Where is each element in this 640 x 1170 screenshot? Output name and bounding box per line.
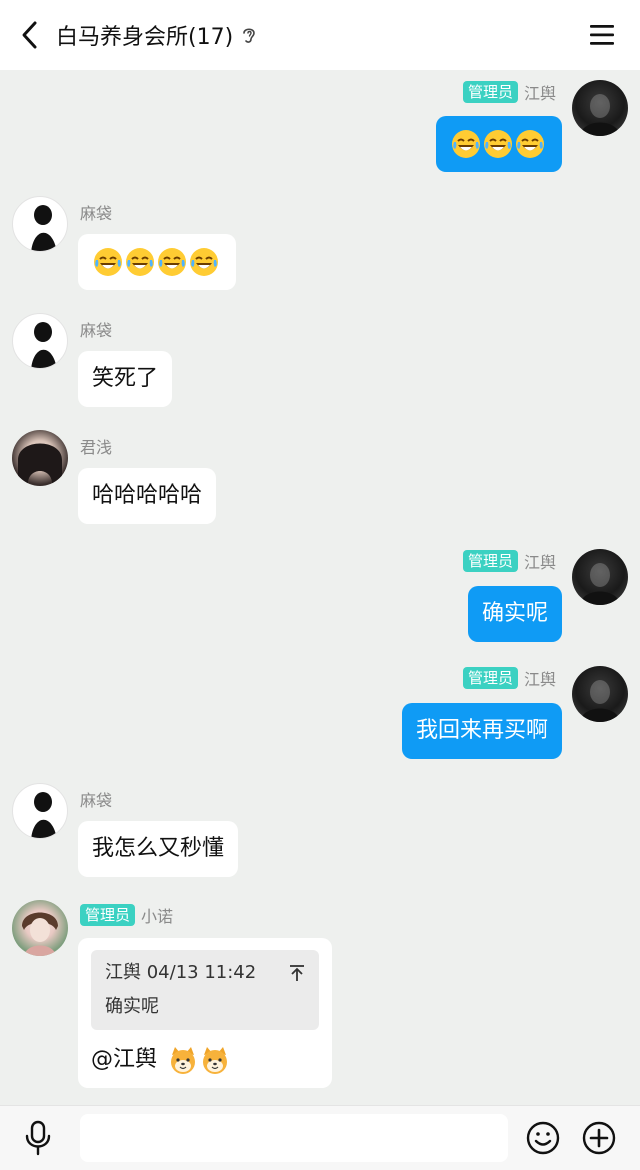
admin-badge: 管理员 [462,81,518,103]
sender-name: 小诺 [141,907,174,926]
menu-button[interactable] [588,22,616,48]
message-text: 我怎么又秒懂 [92,836,225,861]
shiba-dog-emoji [203,1047,228,1074]
tears-of-joy-emoji [190,248,218,276]
sender-name: 君浅 [80,438,113,457]
quoted-message[interactable]: 江舆 04/13 11:42 确实呢 [91,950,319,1030]
message-bubble[interactable] [78,234,236,290]
tears-of-joy-emoji [94,248,122,276]
sender-name: 江舆 [523,84,556,103]
avatar[interactable] [12,783,68,839]
message-bubble[interactable] [436,116,562,172]
message-text: 我回来再买啊 [415,718,548,743]
emoji-button[interactable] [526,1121,560,1155]
tears-of-joy-emoji [484,130,512,158]
sender-row: 管理员 小诺 [80,903,173,927]
sender-name: 麻袋 [80,321,113,340]
plus-circle-icon [582,1121,616,1155]
avatar[interactable] [12,313,68,369]
avatar[interactable] [572,80,628,136]
admin-badge: 管理员 [462,667,518,689]
reply-line: @江舆 [91,1044,319,1076]
sender-row: 麻袋 [80,317,112,341]
shiba-dog-emoji [171,1047,196,1074]
message-bubble[interactable]: 我怎么又秒懂 [78,821,239,877]
mention-text: @江舆 [91,1047,158,1072]
chat-title: 白马养身会所(17) [56,25,234,50]
admin-badge: 管理员 [462,550,518,572]
sender-row: 管理员 江舆 [462,80,556,104]
avatar[interactable] [12,196,68,252]
message-text: 哈哈哈哈哈 [92,483,203,508]
more-button[interactable] [582,1121,616,1155]
message-bubble[interactable]: 笑死了 [78,351,173,407]
message-bubble[interactable]: 我回来再买啊 [401,703,562,759]
chat-header: 白马养身会所(17) [0,0,640,70]
microphone-icon [25,1120,51,1156]
smiley-icon [526,1121,560,1155]
sender-name: 麻袋 [80,791,113,810]
input-bar [0,1105,640,1170]
sender-row: 管理员 江舆 [462,549,556,573]
jump-to-top-icon[interactable] [289,964,305,982]
sender-row: 管理员 江舆 [462,666,556,690]
message-text: 确实呢 [481,601,548,626]
avatar[interactable] [572,666,628,722]
quote-reply-bubble[interactable]: 江舆 04/13 11:42 确实呢 @江舆 [78,938,332,1088]
message-bubble[interactable]: 确实呢 [467,586,562,642]
sender-name: 麻袋 [80,204,113,223]
tears-of-joy-emoji [452,130,480,158]
tears-of-joy-emoji [158,248,186,276]
quote-author-time: 江舆 04/13 11:42 [105,962,257,983]
message-input[interactable] [80,1114,508,1162]
sender-name: 江舆 [523,670,556,689]
avatar[interactable] [572,549,628,605]
sender-row: 麻袋 [80,787,112,811]
tears-of-joy-emoji [126,248,154,276]
admin-badge: 管理员 [80,904,136,926]
ear-icon [243,28,255,43]
message-list[interactable]: 管理员 江舆 麻袋 麻袋 笑死了 君浅 哈哈哈哈哈 管理员 江舆 确实呢 管理员… [0,70,640,1105]
sender-name: 江舆 [523,553,556,572]
chevron-left-icon [22,21,37,49]
avatar[interactable] [12,430,68,486]
sender-row: 麻袋 [80,200,112,224]
back-button[interactable] [14,18,44,52]
avatar[interactable] [12,900,68,956]
tears-of-joy-emoji [516,130,544,158]
voice-button[interactable] [22,1120,54,1156]
hamburger-menu-icon [590,25,614,45]
chat-title-wrap[interactable]: 白马养身会所(17) [56,0,257,70]
message-text: 笑死了 [92,366,159,391]
message-bubble[interactable]: 哈哈哈哈哈 [78,468,217,524]
quote-text: 确实呢 [105,996,159,1017]
sender-row: 君浅 [80,434,112,458]
